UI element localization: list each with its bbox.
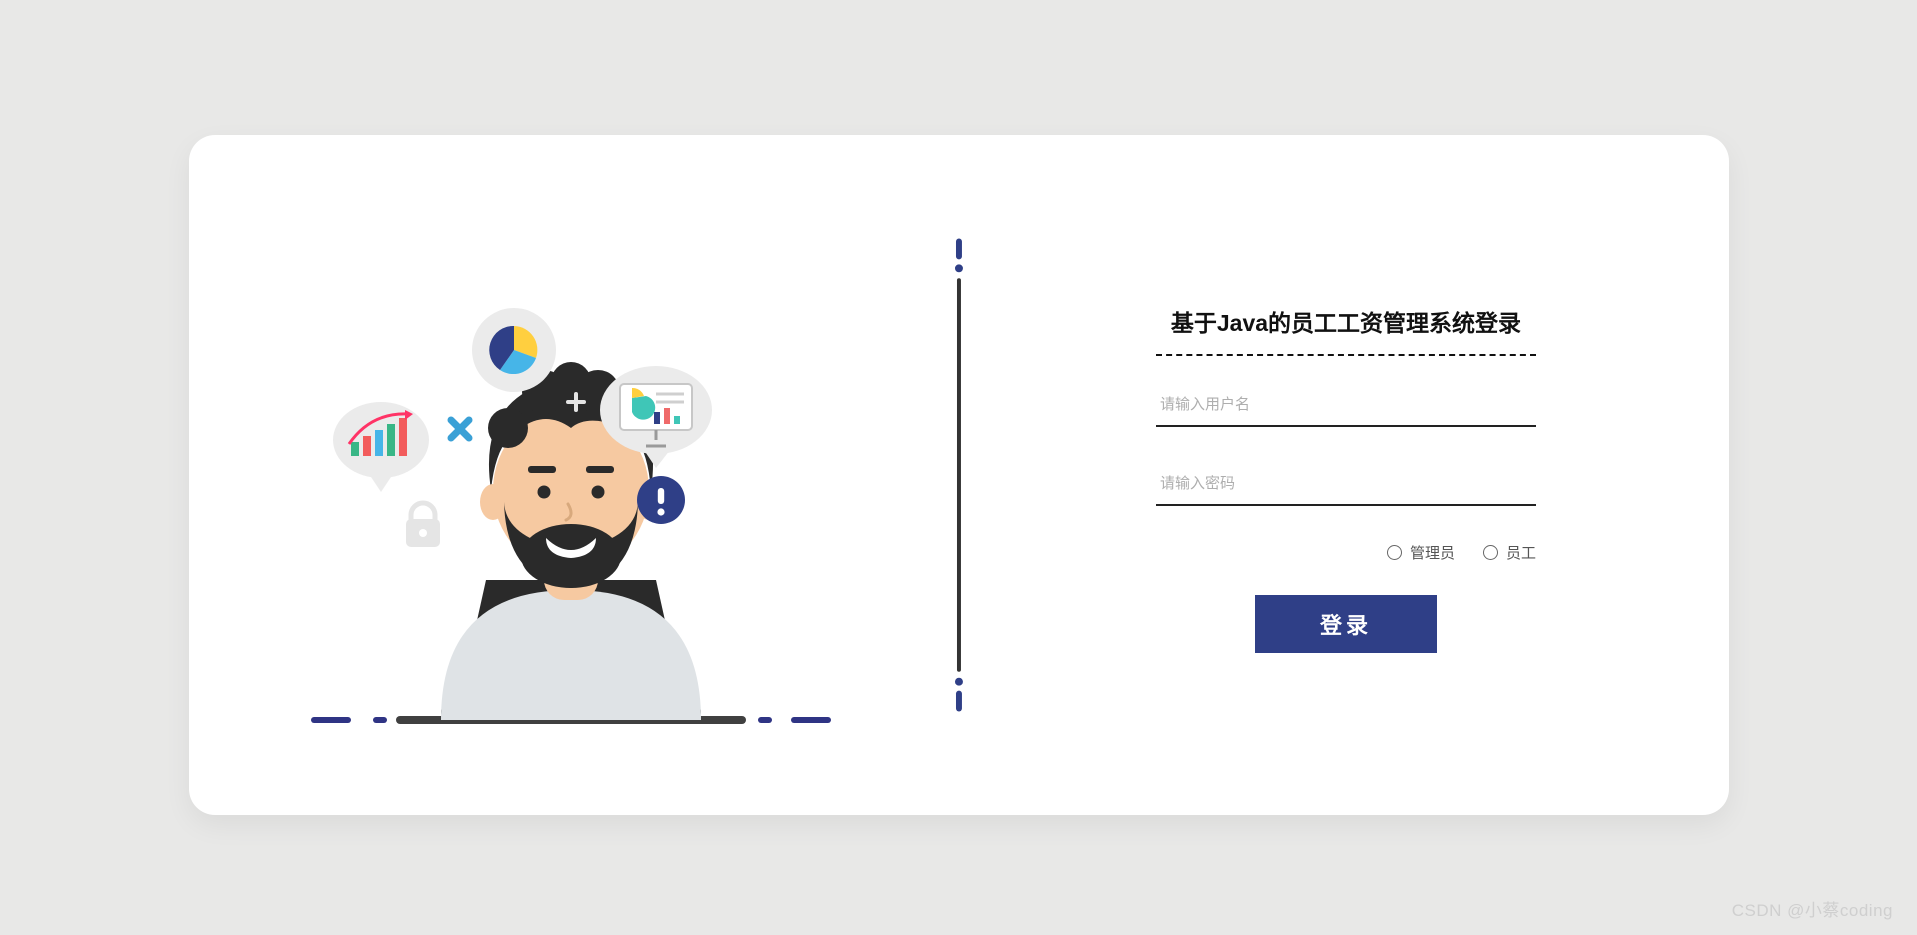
radio-icon: [1387, 545, 1402, 560]
login-form-panel: 基于Java的员工工资管理系统登录 管理员 员工 登录: [963, 135, 1728, 815]
password-input[interactable]: [1156, 463, 1536, 506]
illustration-panel: [189, 135, 954, 815]
role-options: 管理员 员工: [1156, 542, 1536, 563]
login-title: 基于Java的员工工资管理系统登录: [1156, 297, 1536, 356]
role-option-admin[interactable]: 管理员: [1387, 542, 1455, 563]
watermark-text: CSDN @小蔡coding: [1732, 896, 1893, 921]
login-button[interactable]: 登录: [1255, 595, 1437, 653]
panel-divider: [954, 135, 964, 815]
role-label: 管理员: [1410, 542, 1455, 563]
role-label: 员工: [1506, 542, 1536, 563]
login-card: 基于Java的员工工资管理系统登录 管理员 员工 登录: [189, 135, 1729, 815]
role-option-employee[interactable]: 员工: [1483, 542, 1536, 563]
illustration-image: [286, 210, 856, 740]
login-form: 基于Java的员工工资管理系统登录 管理员 员工 登录: [1156, 297, 1536, 653]
username-input[interactable]: [1156, 384, 1536, 427]
radio-icon: [1483, 545, 1498, 560]
